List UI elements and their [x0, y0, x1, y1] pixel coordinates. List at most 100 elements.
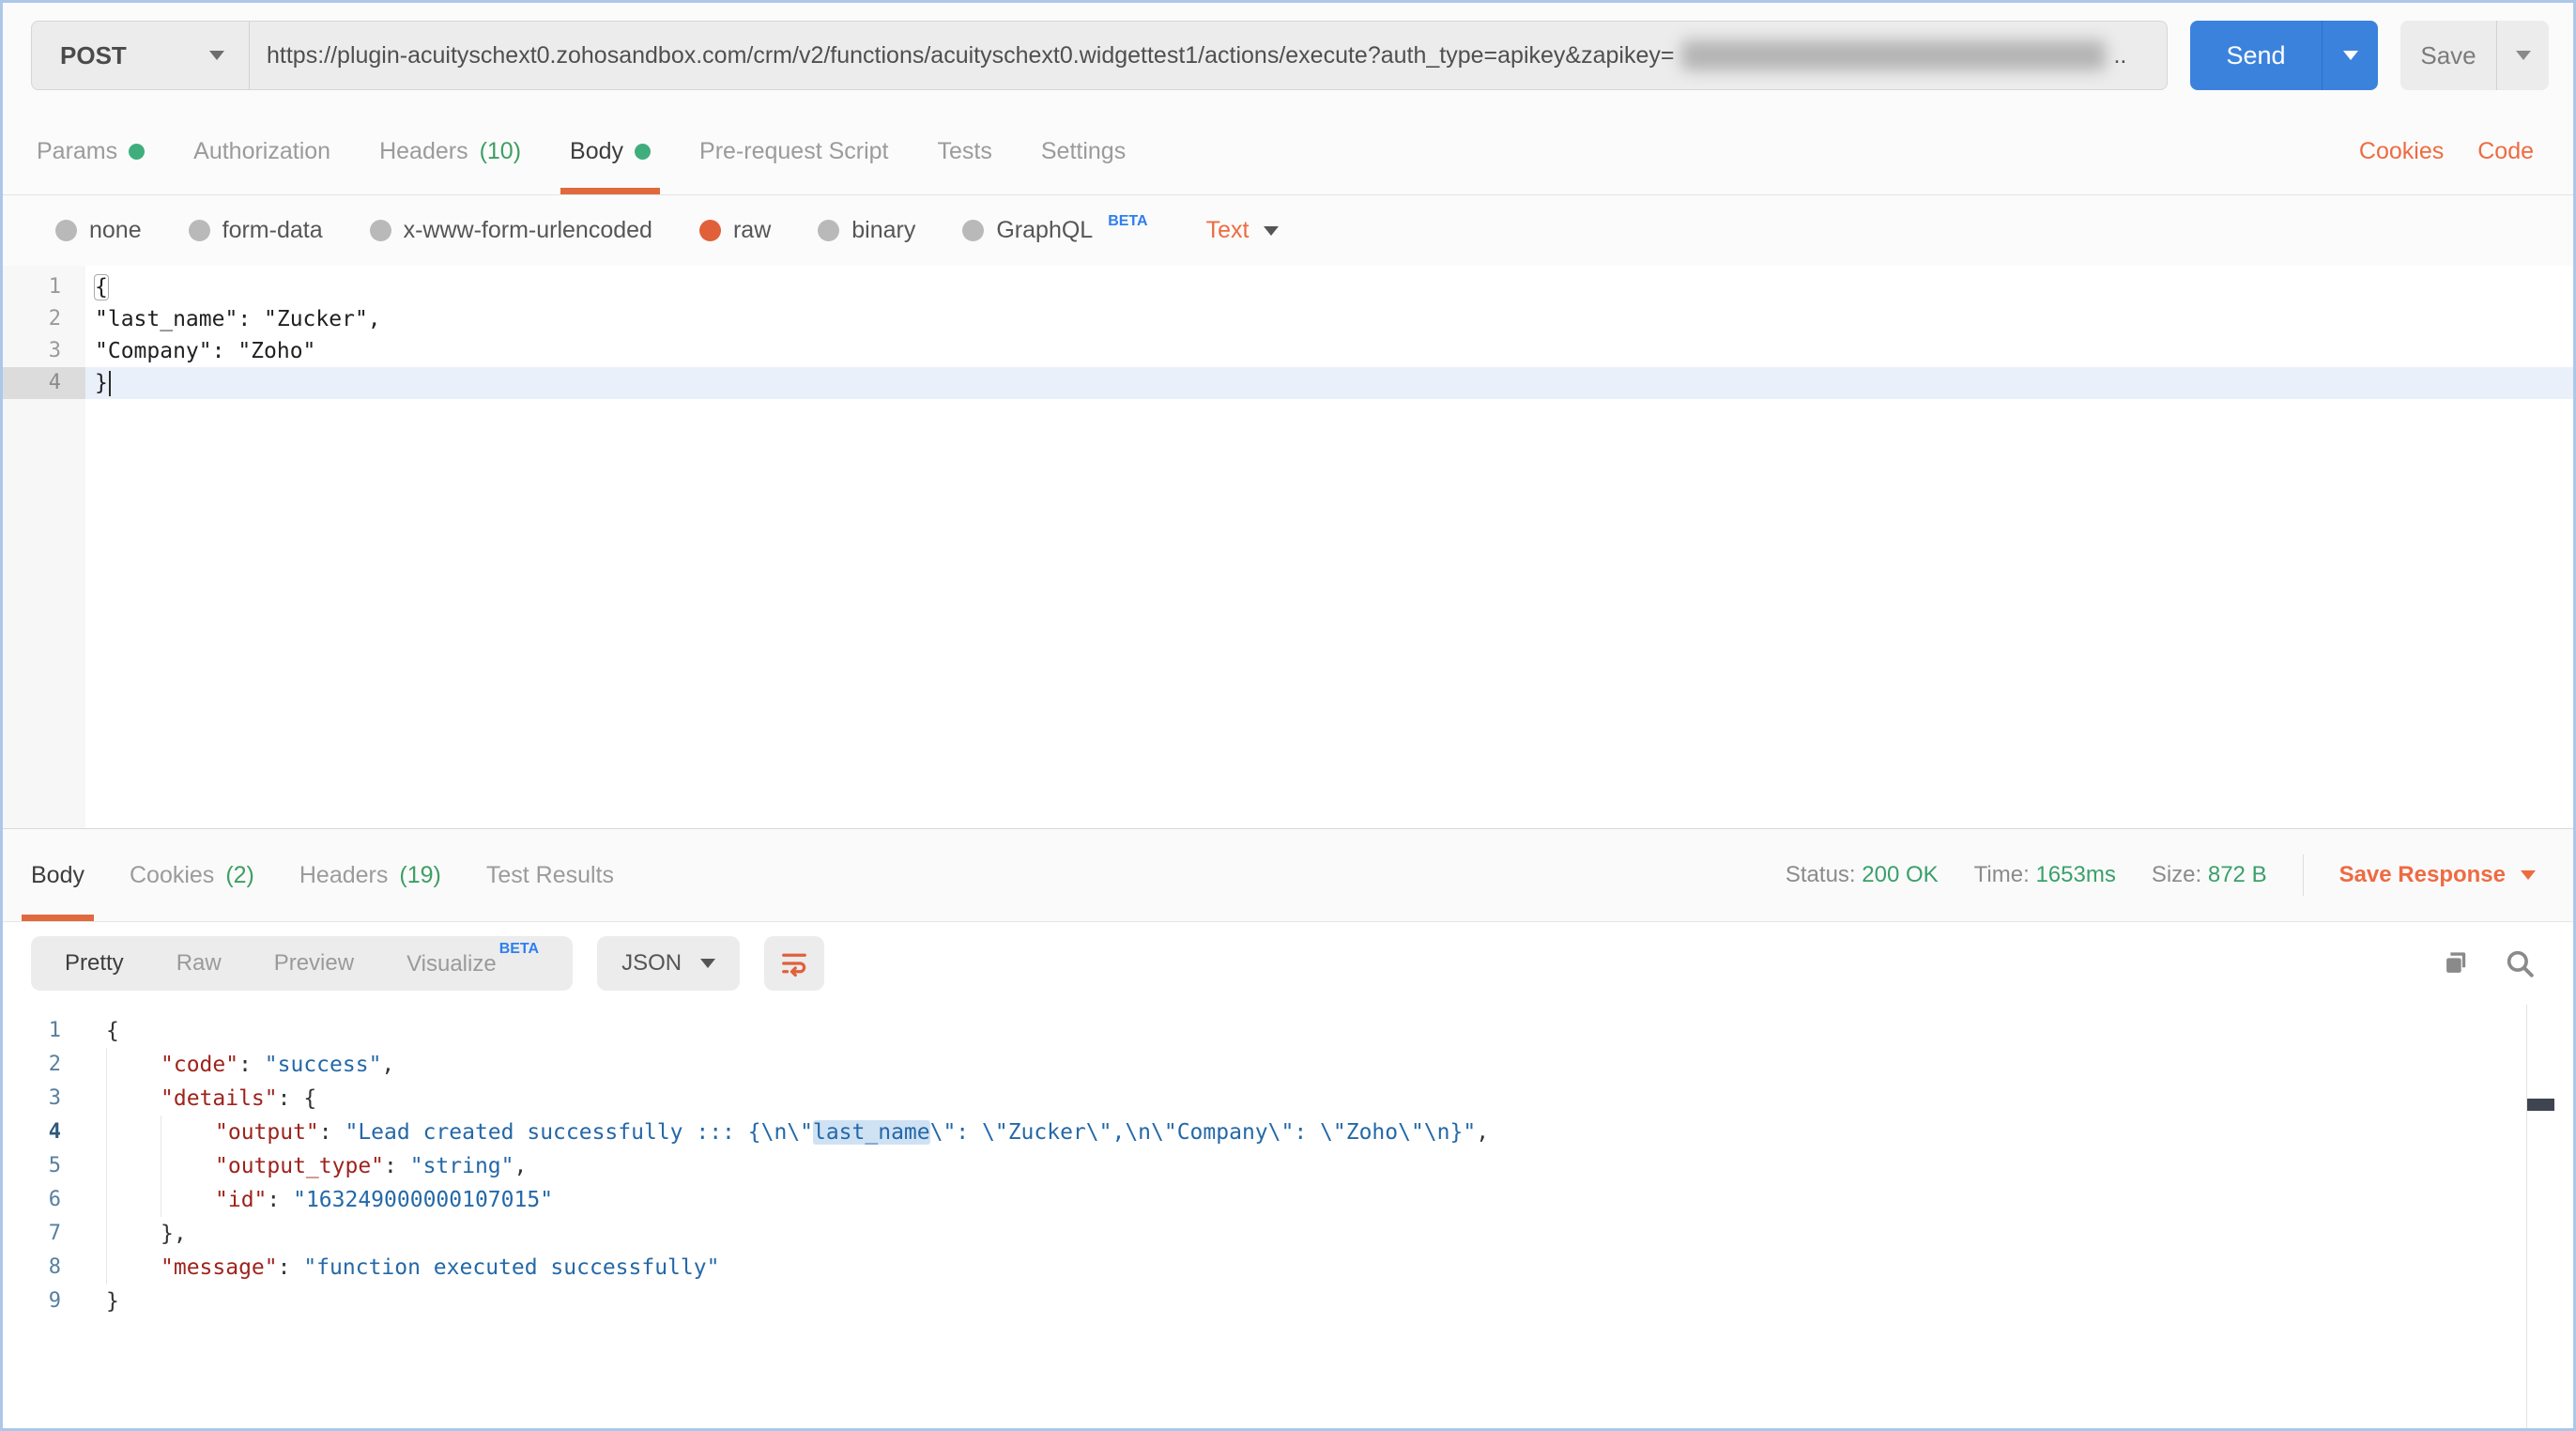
code-token: {: [95, 275, 108, 300]
code-line[interactable]: 6"id": "163249000000107015": [3, 1183, 2573, 1217]
code-line[interactable]: 2"code": "success",: [3, 1048, 2573, 1082]
send-button[interactable]: Send: [2190, 21, 2322, 90]
indent-guide: [106, 1183, 161, 1217]
body-mode-x-www-form-urlencoded[interactable]: x-www-form-urlencoded: [370, 217, 652, 244]
view-tab-raw[interactable]: Raw: [150, 950, 248, 977]
save-button[interactable]: Save: [2400, 21, 2496, 90]
line-number: 2: [3, 303, 85, 335]
code-text: "output": "Lead created successfully :::…: [93, 1116, 2573, 1149]
tab-tests[interactable]: Tests: [938, 108, 992, 194]
tab-params[interactable]: Params: [37, 108, 145, 194]
code-text: "last_name": "Zucker",: [85, 303, 2573, 335]
body-mode-form-data[interactable]: form-data: [189, 217, 323, 244]
view-tab-preview[interactable]: Preview: [248, 950, 380, 977]
code-text: {: [93, 1014, 2573, 1048]
code-text: }: [85, 367, 2573, 399]
request-body-editor[interactable]: 1{2"last_name": "Zucker",3"Company": "Zo…: [3, 266, 2573, 829]
mode-label: GraphQL: [996, 217, 1093, 244]
code-token: : {: [278, 1086, 317, 1111]
code-token: :: [278, 1255, 304, 1280]
indent-guide: [161, 1149, 215, 1183]
line-number: 2: [3, 1048, 93, 1082]
code-line[interactable]: 8"message": "function executed successfu…: [3, 1251, 2573, 1285]
method-select[interactable]: POST: [32, 22, 250, 89]
response-tab-body[interactable]: Body: [31, 829, 84, 921]
response-status-bar: Status: 200 OK Time: 1653ms Size: 872 B …: [1786, 829, 2536, 921]
method-label: POST: [60, 41, 127, 70]
response-body-editor[interactable]: 1{2"code": "success",3"details": {4"outp…: [3, 1005, 2573, 1428]
response-tab-cookies[interactable]: Cookies(2): [130, 829, 254, 921]
code-token: "output": [215, 1120, 319, 1145]
send-options-button[interactable]: [2322, 21, 2378, 90]
save-label: Save: [2420, 41, 2476, 70]
radio-icon: [818, 220, 839, 241]
beta-badge: BETA: [1108, 213, 1147, 230]
code-text: "id": "163249000000107015": [93, 1183, 2573, 1217]
body-mode-binary[interactable]: binary: [818, 217, 915, 244]
tab-label: Settings: [1041, 138, 1126, 165]
tab-count-badge: (19): [399, 862, 440, 889]
view-tab-visualize[interactable]: VisualizeBETA: [380, 950, 565, 977]
wrap-text-button[interactable]: [764, 936, 824, 991]
tab-count-badge: (2): [225, 862, 254, 889]
tab-label: Headers: [379, 138, 468, 165]
radio-selected-icon: [699, 220, 721, 241]
code-token: "output_type": [215, 1154, 384, 1178]
code-line[interactable]: 4"output": "Lead created successfully ::…: [3, 1116, 2573, 1149]
format-select[interactable]: JSON: [597, 936, 740, 991]
request-tabs-list: Params Authorization Headers(10) Body Pre-re…: [37, 108, 1126, 194]
save-response-button[interactable]: Save Response: [2339, 862, 2536, 888]
code-token: "message": [161, 1255, 278, 1280]
line-number: 1: [3, 1014, 93, 1048]
tab-label: Test Results: [486, 862, 614, 889]
code-line[interactable]: 1{: [3, 271, 2573, 303]
raw-type-label: Text: [1206, 217, 1250, 244]
save-button-group: Save: [2400, 21, 2549, 90]
search-button[interactable]: [2504, 947, 2536, 979]
code-token: {: [106, 1019, 119, 1043]
code-text: {: [85, 271, 2573, 303]
copy-icon: [2440, 947, 2472, 979]
tab-authorization[interactable]: Authorization: [193, 108, 330, 194]
code-token: "code": [161, 1053, 238, 1077]
code-text: "code": "success",: [93, 1048, 2573, 1082]
mode-label: binary: [851, 217, 915, 244]
code-token: ,: [381, 1053, 394, 1077]
code-line[interactable]: 5"output_type": "string",: [3, 1149, 2573, 1183]
code-line[interactable]: 2"last_name": "Zucker",: [3, 303, 2573, 335]
code-line[interactable]: 3"Company": "Zoho": [3, 335, 2573, 367]
code-line[interactable]: 4}: [3, 367, 2573, 399]
green-dot-icon: [635, 144, 651, 160]
view-tab-label: Visualize: [406, 951, 497, 977]
body-mode-graphql[interactable]: GraphQLBETA: [962, 217, 1147, 244]
body-mode-raw[interactable]: raw: [699, 217, 771, 244]
code-line[interactable]: 9}: [3, 1285, 2573, 1318]
search-icon: [2504, 947, 2536, 979]
code-token: last_name: [813, 1120, 930, 1145]
code-line[interactable]: 7},: [3, 1217, 2573, 1251]
tab-pre-request-script[interactable]: Pre-request Script: [699, 108, 888, 194]
indent-guide: [161, 1183, 215, 1217]
code-link[interactable]: Code: [2477, 138, 2534, 165]
response-toolbar: PrettyRawPreviewVisualizeBETA JSON: [3, 922, 2573, 1005]
tab-body[interactable]: Body: [570, 108, 651, 194]
response-tab-headers[interactable]: Headers(19): [299, 829, 441, 921]
view-tab-pretty[interactable]: Pretty: [38, 950, 150, 977]
url-input[interactable]: https://plugin-acuityschext0.zohosandbox…: [250, 22, 2167, 89]
tab-headers[interactable]: Headers(10): [379, 108, 521, 194]
cookies-link[interactable]: Cookies: [2359, 138, 2444, 165]
tab-settings[interactable]: Settings: [1041, 108, 1126, 194]
time-label: Time:: [1974, 862, 2030, 887]
editor-scroll-rail[interactable]: [2526, 1005, 2573, 1428]
body-mode-none[interactable]: none: [55, 217, 142, 244]
copy-button[interactable]: [2440, 947, 2472, 979]
raw-type-select[interactable]: Text: [1206, 217, 1280, 244]
code-token: "id": [215, 1188, 267, 1212]
response-tab-test-results[interactable]: Test Results: [486, 829, 614, 921]
mode-label: form-data: [222, 217, 323, 244]
code-line[interactable]: 1{: [3, 1014, 2573, 1048]
size-label: Size:: [2152, 862, 2201, 887]
save-options-button[interactable]: [2496, 21, 2549, 90]
code-line[interactable]: 3"details": {: [3, 1082, 2573, 1116]
response-editor-lines: 1{2"code": "success",3"details": {4"outp…: [3, 1014, 2573, 1318]
